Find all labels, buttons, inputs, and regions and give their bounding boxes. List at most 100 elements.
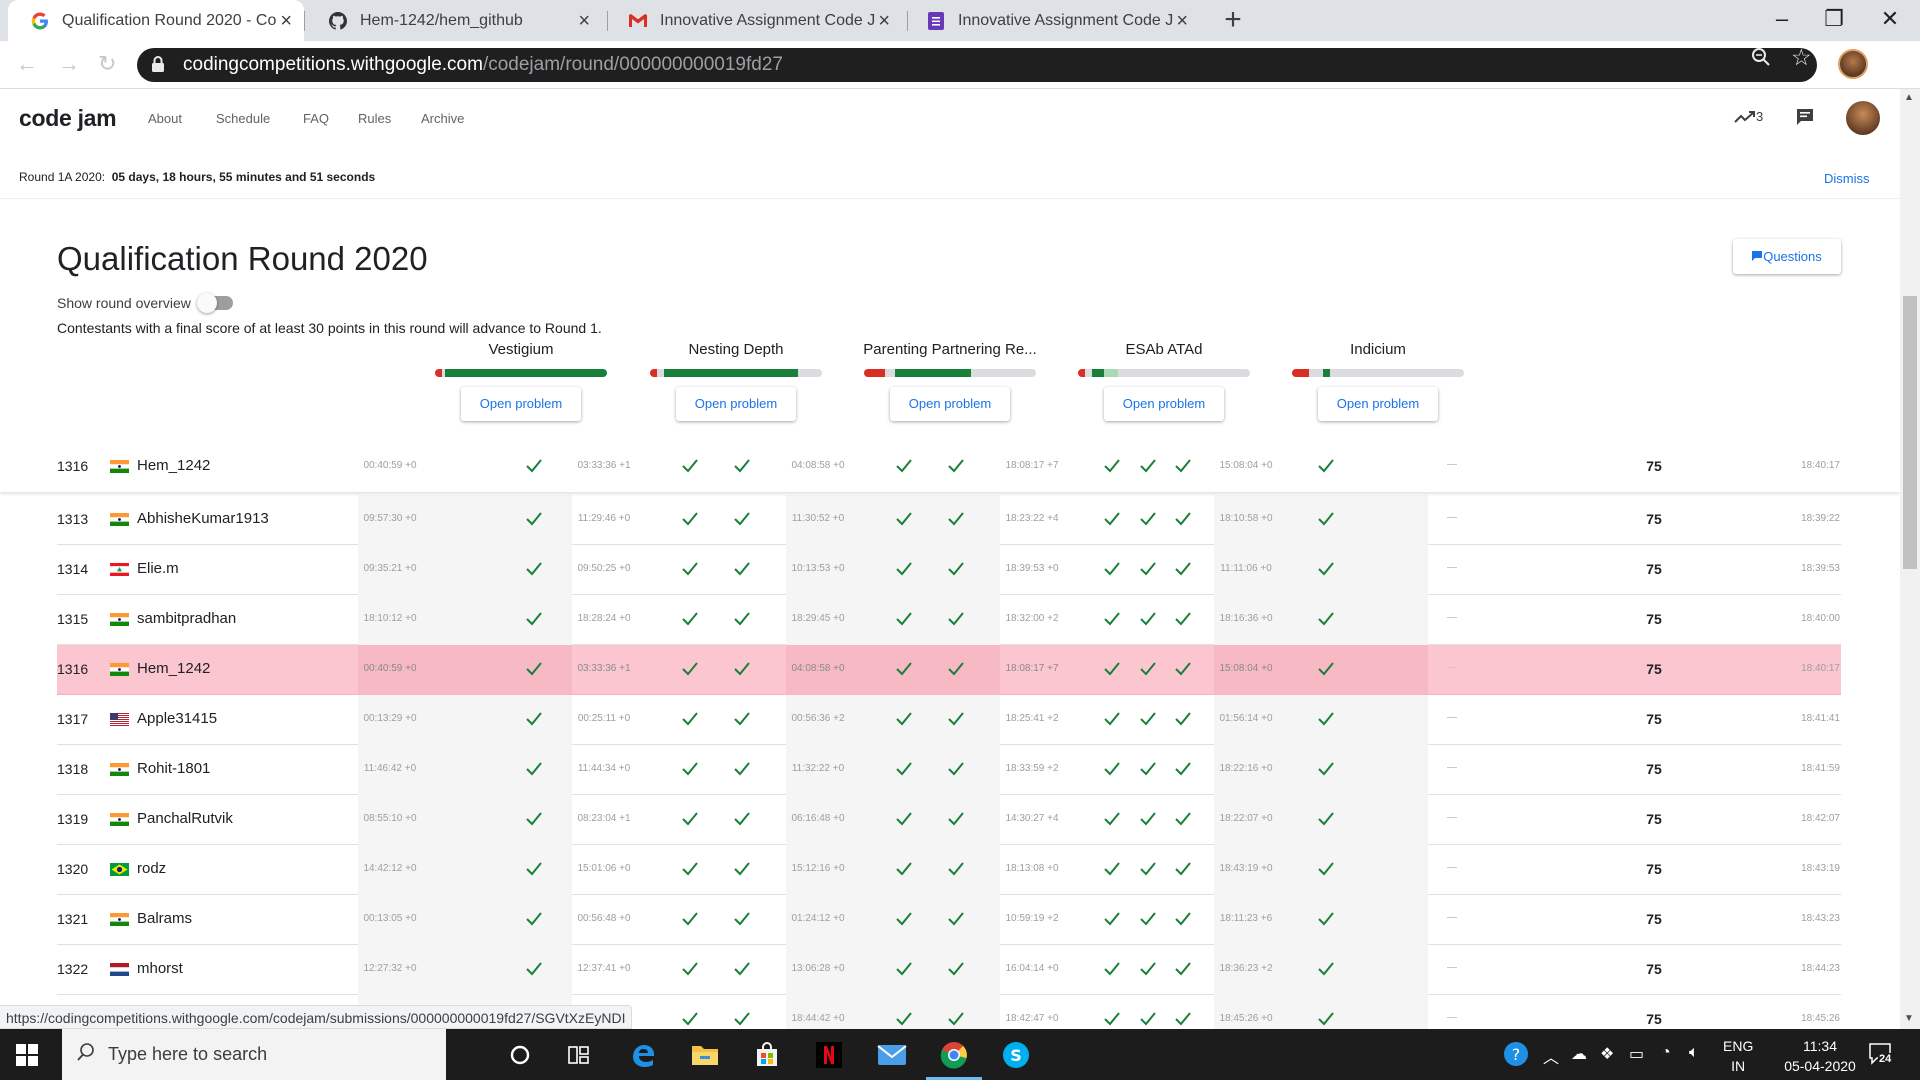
check-icon[interactable]	[1102, 760, 1122, 778]
check-icon[interactable]	[1173, 960, 1193, 978]
maximize-icon[interactable]: ❐	[1814, 6, 1854, 32]
check-icon[interactable]	[894, 660, 914, 678]
contestant-name[interactable]: Hem_1242	[137, 660, 210, 677]
check-icon[interactable]	[680, 860, 700, 878]
check-icon[interactable]	[524, 810, 544, 828]
code-jam-logo[interactable]: code jam	[19, 105, 117, 132]
check-icon[interactable]	[732, 810, 752, 828]
check-icon[interactable]	[1316, 760, 1336, 778]
check-icon[interactable]	[680, 910, 700, 928]
wifi-icon[interactable]: ◔	[1661, 1044, 1671, 1062]
check-icon[interactable]	[680, 457, 700, 475]
check-icon[interactable]	[1173, 860, 1193, 878]
contestant-name[interactable]: sambitpradhan	[137, 610, 236, 627]
check-icon[interactable]	[894, 560, 914, 578]
tab-forms[interactable]: Innovative Assignment Code Jam ×	[904, 0, 1200, 41]
scroll-down-icon[interactable]: ▼	[1904, 1013, 1914, 1024]
check-icon[interactable]	[1102, 960, 1122, 978]
check-icon[interactable]	[732, 560, 752, 578]
check-icon[interactable]	[524, 610, 544, 628]
check-icon[interactable]	[894, 510, 914, 528]
check-icon[interactable]	[1102, 860, 1122, 878]
open-problem-button[interactable]: Open problem	[1104, 387, 1224, 421]
new-tab-button[interactable]: +	[1218, 5, 1248, 36]
check-icon[interactable]	[1138, 810, 1158, 828]
check-icon[interactable]	[524, 457, 544, 475]
bookmark-star-icon[interactable]: ☆	[1791, 44, 1812, 71]
tab-gmail[interactable]: Innovative Assignment Code Jam ×	[606, 0, 902, 41]
check-icon[interactable]	[732, 860, 752, 878]
check-icon[interactable]	[1138, 760, 1158, 778]
check-icon[interactable]	[1138, 960, 1158, 978]
check-icon[interactable]	[1102, 457, 1122, 475]
check-icon[interactable]	[1316, 960, 1336, 978]
contestant-name[interactable]: Rohit-1801	[137, 760, 210, 777]
check-icon[interactable]	[1316, 510, 1336, 528]
taskbar-search-box[interactable]: Type here to search	[62, 1029, 446, 1080]
check-icon[interactable]	[946, 960, 966, 978]
check-icon[interactable]	[732, 1010, 752, 1028]
show-hidden-icons-icon[interactable]: ︿	[1543, 1044, 1559, 1068]
check-icon[interactable]	[946, 910, 966, 928]
reload-icon[interactable]: ↻	[98, 51, 116, 77]
check-icon[interactable]	[732, 510, 752, 528]
check-icon[interactable]	[1138, 610, 1158, 628]
page-scrollbar[interactable]: ▲ ▼	[1900, 89, 1920, 1029]
check-icon[interactable]	[946, 510, 966, 528]
check-icon[interactable]	[680, 710, 700, 728]
check-icon[interactable]	[946, 457, 966, 475]
check-icon[interactable]	[732, 910, 752, 928]
check-icon[interactable]	[680, 1010, 700, 1028]
check-icon[interactable]	[1102, 560, 1122, 578]
check-icon[interactable]	[1138, 860, 1158, 878]
check-icon[interactable]	[1173, 560, 1193, 578]
check-icon[interactable]	[732, 457, 752, 475]
check-icon[interactable]	[732, 760, 752, 778]
check-icon[interactable]	[1316, 910, 1336, 928]
input-language[interactable]: ENG IN	[1723, 1036, 1753, 1076]
contestant-name[interactable]: Apple31415	[137, 710, 217, 727]
check-icon[interactable]	[1316, 710, 1336, 728]
check-icon[interactable]	[680, 510, 700, 528]
check-icon[interactable]	[1173, 760, 1193, 778]
check-icon[interactable]	[680, 610, 700, 628]
open-problem-button[interactable]: Open problem	[461, 387, 581, 421]
check-icon[interactable]	[524, 560, 544, 578]
battery-icon[interactable]: ▭	[1629, 1044, 1644, 1064]
profile-avatar[interactable]	[1838, 49, 1868, 79]
scroll-up-icon[interactable]: ▲	[1904, 92, 1914, 103]
file-explorer-icon[interactable]	[689, 1039, 721, 1071]
check-icon[interactable]	[732, 610, 752, 628]
check-icon[interactable]	[894, 610, 914, 628]
skype-icon[interactable]: S	[1000, 1039, 1032, 1071]
check-icon[interactable]	[946, 760, 966, 778]
scrollbar-thumb[interactable]	[1903, 296, 1917, 569]
open-problem-button[interactable]: Open problem	[890, 387, 1010, 421]
check-icon[interactable]	[1316, 1010, 1336, 1028]
nav-rules[interactable]: Rules	[358, 111, 391, 126]
open-problem-button[interactable]: Open problem	[676, 387, 796, 421]
check-icon[interactable]	[524, 860, 544, 878]
check-icon[interactable]	[894, 910, 914, 928]
check-icon[interactable]	[1102, 1010, 1122, 1028]
contestant-name[interactable]: PanchalRutvik	[137, 810, 233, 827]
check-icon[interactable]	[946, 710, 966, 728]
check-icon[interactable]	[946, 810, 966, 828]
close-tab-icon[interactable]: ×	[878, 10, 890, 33]
check-icon[interactable]	[894, 1010, 914, 1028]
check-icon[interactable]	[1138, 510, 1158, 528]
minimize-icon[interactable]: –	[1762, 6, 1802, 32]
check-icon[interactable]	[1173, 457, 1193, 475]
contestant-name[interactable]: Hem_1242	[137, 457, 210, 474]
check-icon[interactable]	[524, 760, 544, 778]
action-center-icon[interactable]: 24	[1868, 1041, 1896, 1069]
check-icon[interactable]	[1138, 560, 1158, 578]
nav-schedule[interactable]: Schedule	[216, 111, 270, 126]
check-icon[interactable]	[732, 660, 752, 678]
onedrive-icon[interactable]: ☁	[1571, 1044, 1587, 1064]
chrome-icon[interactable]	[938, 1039, 970, 1071]
contestant-name[interactable]: Balrams	[137, 910, 192, 927]
check-icon[interactable]	[1138, 910, 1158, 928]
check-icon[interactable]	[894, 457, 914, 475]
check-icon[interactable]	[1102, 660, 1122, 678]
